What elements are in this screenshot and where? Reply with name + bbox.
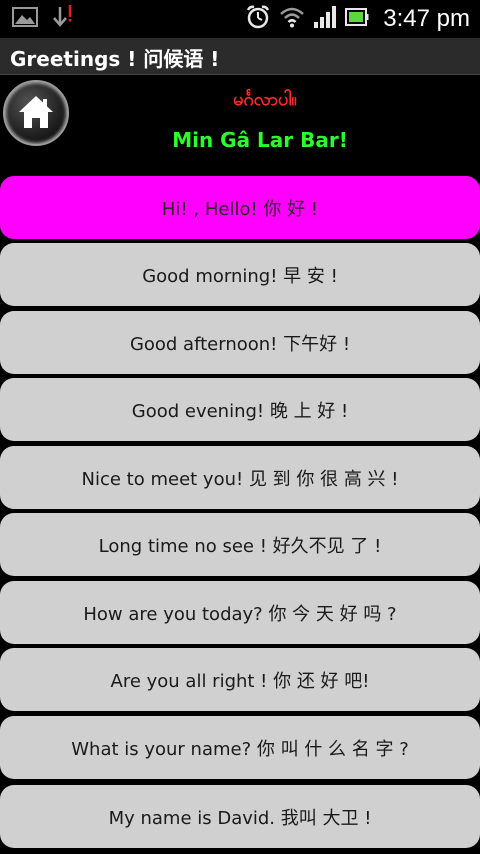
phrase-button-good-evening[interactable]: Good evening! 晚 上 好 !	[0, 378, 480, 441]
phrase-button-how-are-you[interactable]: How are you today? 你 今 天 好 吗 ?	[0, 581, 480, 644]
myanmar-greeting: မင်္ဂလာပါ။	[233, 89, 297, 110]
phrase-button-long-time-no-see[interactable]: Long time no see ! 好久不见 了 !	[0, 513, 480, 576]
phrase-button-hello[interactable]: Hi! , Hello! 你 好 !	[0, 176, 480, 239]
system-tray: 3:47 pm	[245, 4, 470, 34]
phrase-button-good-morning[interactable]: Good morning! 早 安 !	[0, 243, 480, 306]
wifi-icon	[279, 5, 305, 33]
title-bar: Greetings ! 问候语 !	[0, 38, 480, 75]
status-clock: 3:47 pm	[383, 5, 470, 32]
status-bar: 3:47 pm	[0, 0, 480, 38]
alarm-clock-icon	[245, 4, 271, 34]
phrase-button-my-name-is[interactable]: My name is David. 我叫 大卫 !	[0, 785, 480, 848]
header: မင်္ဂလာပါ။ Min Gâ Lar Bar!	[0, 75, 480, 173]
notification-area	[12, 4, 74, 34]
page-title: Greetings ! 问候语 !	[10, 47, 220, 71]
signal-bars-icon	[313, 5, 337, 33]
image-notification-icon	[12, 6, 38, 32]
phrase-button-nice-to-meet-you[interactable]: Nice to meet you! 见 到 你 很 高 兴 !	[0, 446, 480, 509]
phrase-button-what-is-your-name[interactable]: What is your name? 你 叫 什 么 名 字 ?	[0, 716, 480, 779]
pronunciation-subtitle: Min Gâ Lar Bar!	[172, 128, 348, 152]
download-alert-icon	[52, 4, 74, 34]
phrase-button-are-you-all-right[interactable]: Are you all right ! 你 还 好 吧!	[0, 648, 480, 711]
home-button[interactable]	[3, 80, 69, 146]
home-icon	[19, 96, 53, 128]
battery-icon	[345, 7, 369, 31]
phrase-button-good-afternoon[interactable]: Good afternoon! 下午好 !	[0, 311, 480, 374]
